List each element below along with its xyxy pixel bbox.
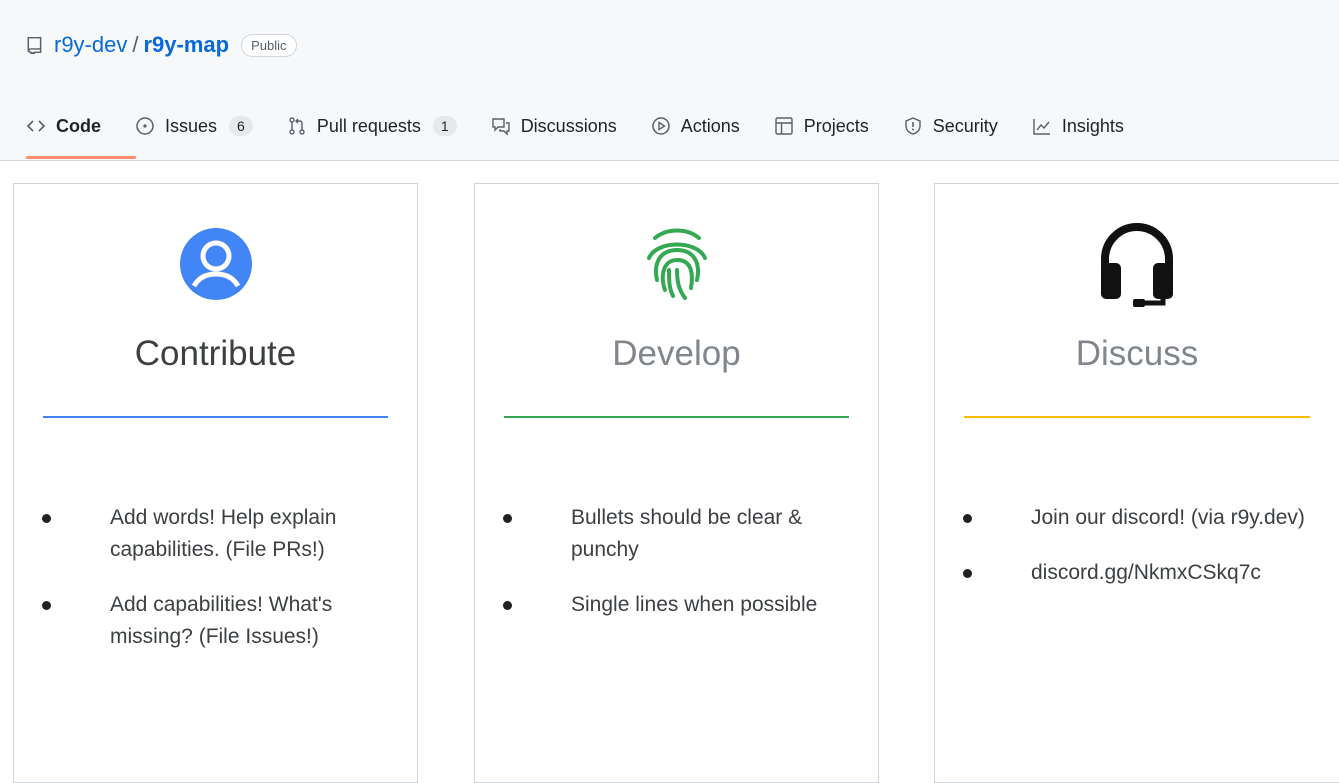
headset-icon	[1097, 214, 1177, 314]
pull-requests-count: 1	[432, 116, 457, 136]
tab-code[interactable]: Code	[26, 116, 101, 137]
bullet-icon	[42, 514, 51, 523]
active-tab-underline	[26, 156, 136, 159]
bullet-icon	[963, 514, 972, 523]
list-item[interactable]: discord.gg/NkmxCSkq7c	[955, 557, 1319, 589]
person-icon	[176, 214, 256, 314]
card-divider	[964, 416, 1310, 418]
bullet-text: Add capabilities! What's missing? (File …	[110, 593, 333, 648]
card-title: Discuss	[1075, 334, 1199, 373]
tab-insights[interactable]: Insights	[1032, 116, 1124, 137]
tab-pull-requests[interactable]: Pull requests 1	[287, 116, 457, 137]
list-item: Add words! Help explain capabilities. (F…	[34, 502, 397, 566]
tab-actions[interactable]: Actions	[651, 116, 740, 137]
card-title: Contribute	[134, 334, 297, 373]
tab-label: Projects	[803, 115, 869, 136]
bullet-text: Add words! Help explain capabilities. (F…	[110, 506, 337, 561]
bullet-icon	[42, 601, 51, 610]
tab-issues[interactable]: Issues 6	[135, 116, 253, 137]
bullet-list: Add words! Help explain capabilities. (F…	[34, 502, 397, 676]
tab-label: Actions	[680, 115, 740, 136]
play-icon	[651, 116, 671, 136]
pull-request-icon	[287, 116, 307, 136]
bullet-list: Join our discord! (via r9y.dev) discord.…	[955, 502, 1319, 612]
tab-projects[interactable]: Projects	[774, 116, 869, 137]
list-item: Single lines when possible	[495, 589, 858, 621]
develop-card: Develop Bullets should be clear & punchy…	[474, 183, 879, 783]
card-title: Develop	[612, 334, 741, 373]
bullet-icon	[963, 569, 972, 578]
discuss-card: Discuss Join our discord! (via r9y.dev) …	[934, 183, 1339, 783]
discord-link[interactable]: discord.gg/NkmxCSkq7c	[1031, 561, 1261, 584]
repo-name-link[interactable]: r9y-map	[143, 32, 229, 58]
bullet-text: Single lines when possible	[571, 593, 818, 616]
issue-icon	[135, 116, 155, 136]
tab-security[interactable]: Security	[903, 116, 998, 137]
repo-title: r9y-dev / r9y-map Public	[26, 28, 297, 62]
tab-discussions[interactable]: Discussions	[491, 116, 617, 137]
repo-owner-link[interactable]: r9y-dev	[54, 32, 127, 58]
list-item: Join our discord! (via r9y.dev)	[955, 502, 1319, 534]
bullet-text: Join our discord! (via r9y.dev)	[1031, 506, 1305, 529]
repo-header: r9y-dev / r9y-map Public Code Issues 6 P…	[0, 0, 1339, 161]
list-item: Add capabilities! What's missing? (File …	[34, 589, 397, 653]
bullet-text: Bullets should be clear & punchy	[571, 506, 803, 561]
card-divider	[504, 416, 849, 418]
table-icon	[774, 116, 794, 136]
tab-label: Issues	[165, 115, 218, 136]
repo-nav: Code Issues 6 Pull requests 1 Discussion…	[26, 108, 1158, 144]
repo-separator: /	[132, 32, 139, 57]
contribute-card: Contribute Add words! Help explain capab…	[13, 183, 418, 783]
tab-label: Insights	[1061, 115, 1124, 136]
tab-label: Discussions	[520, 115, 617, 136]
code-icon	[26, 116, 46, 136]
graph-icon	[1032, 116, 1052, 136]
tab-label: Security	[932, 115, 998, 136]
card-divider	[43, 416, 388, 418]
fingerprint-icon	[637, 214, 717, 314]
bullet-list: Bullets should be clear & punchy Single …	[495, 502, 858, 644]
list-item: Bullets should be clear & punchy	[495, 502, 858, 566]
bullet-icon	[503, 514, 512, 523]
bullet-icon	[503, 601, 512, 610]
discussion-icon	[491, 116, 511, 136]
visibility-badge: Public	[241, 33, 297, 57]
issues-count: 6	[229, 116, 253, 136]
tab-label: Pull requests	[316, 115, 421, 136]
shield-icon	[903, 116, 923, 136]
tab-label: Code	[56, 115, 101, 136]
repo-icon	[26, 36, 44, 54]
